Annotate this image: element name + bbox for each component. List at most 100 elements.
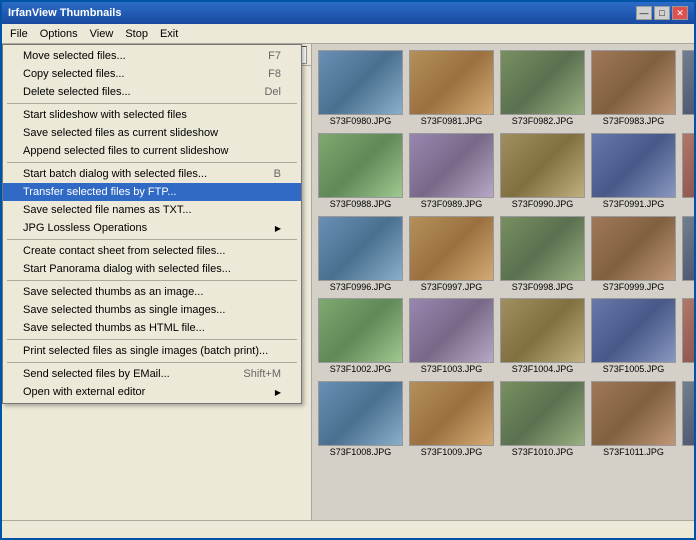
main-content: Move selected files... F7 Copy selected … <box>2 44 694 520</box>
thumbnail-image <box>682 133 694 198</box>
list-item[interactable]: S73F0996.JPG <box>316 214 405 295</box>
sep3 <box>7 239 297 240</box>
list-item[interactable]: S73F1000.JPG <box>680 214 694 295</box>
thumbnail-grid: S73F0980.JPG S73F0981.JPG S73F0982.JPG S… <box>316 48 690 460</box>
list-item[interactable]: S73F0994.JPG <box>680 131 694 212</box>
thumbnail-image <box>318 216 403 281</box>
menu-move-files[interactable]: Move selected files... F7 <box>3 47 301 65</box>
menu-batch-dialog[interactable]: Start batch dialog with selected files..… <box>3 165 301 183</box>
maximize-button[interactable]: □ <box>654 6 670 20</box>
thumbnail-label: S73F0991.JPG <box>603 199 665 210</box>
list-item[interactable]: S73F0983.JPG <box>589 48 678 129</box>
file-dropdown-menu: Move selected files... F7 Copy selected … <box>2 44 302 404</box>
menu-save-slideshow[interactable]: Save selected files as current slideshow <box>3 124 301 142</box>
thumbnail-image <box>409 50 494 115</box>
thumbnail-image <box>500 381 585 446</box>
menu-print-batch-label: Print selected files as single images (b… <box>23 345 268 357</box>
thumbnail-image <box>682 50 694 115</box>
thumbnail-label: S73F0990.JPG <box>512 199 574 210</box>
list-item[interactable]: S73F0988.JPG <box>316 131 405 212</box>
menu-view[interactable]: View <box>84 26 120 42</box>
thumbnail-image <box>318 298 403 363</box>
thumbnail-label: S73F0999.JPG <box>603 282 665 293</box>
thumbnail-label: S73F1009.JPG <box>421 447 483 458</box>
menu-jpg-lossless-label: JPG Lossless Operations <box>23 222 147 234</box>
menu-external-editor[interactable]: Open with external editor <box>3 383 301 401</box>
sep2 <box>7 162 297 163</box>
list-item[interactable]: S73F0982.JPG <box>498 48 587 129</box>
menu-file[interactable]: File <box>4 26 34 42</box>
menu-panorama-label: Start Panorama dialog with selected file… <box>23 263 231 275</box>
list-item[interactable]: S73F1012.JPG <box>680 379 694 460</box>
menu-append-slideshow-label: Append selected files to current slidesh… <box>23 145 228 157</box>
thumbnail-label: S73F0988.JPG <box>330 199 392 210</box>
list-item[interactable]: S73F0980.JPG <box>316 48 405 129</box>
sep6 <box>7 362 297 363</box>
list-item[interactable]: S73F1006.JPG <box>680 296 694 377</box>
menu-stop[interactable]: Stop <box>119 26 154 42</box>
menu-save-thumbs-single-label: Save selected thumbs as single images... <box>23 304 225 316</box>
menu-delete-files[interactable]: Delete selected files... Del <box>3 83 301 101</box>
thumbnail-image <box>591 381 676 446</box>
menubar: File Options View Stop Exit <box>2 24 694 44</box>
menu-transfer-ftp[interactable]: Transfer selected files by FTP... <box>3 183 301 201</box>
menu-transfer-ftp-label: Transfer selected files by FTP... <box>23 186 176 198</box>
thumbnail-image <box>409 216 494 281</box>
list-item[interactable]: S73F1009.JPG <box>407 379 496 460</box>
thumbnail-label: S73F0982.JPG <box>512 116 574 127</box>
menu-contact-sheet-label: Create contact sheet from selected files… <box>23 245 225 257</box>
thumbnail-image <box>500 216 585 281</box>
list-item[interactable]: S73F1008.JPG <box>316 379 405 460</box>
thumbnail-image <box>591 133 676 198</box>
list-item[interactable]: S73F1002.JPG <box>316 296 405 377</box>
menu-batch-dialog-label: Start batch dialog with selected files..… <box>23 168 207 180</box>
list-item[interactable]: S73F0997.JPG <box>407 214 496 295</box>
list-item[interactable]: S73F0989.JPG <box>407 131 496 212</box>
menu-save-thumbs-html-label: Save selected thumbs as HTML file... <box>23 322 205 334</box>
list-item[interactable]: S73F1005.JPG <box>589 296 678 377</box>
menu-start-slideshow[interactable]: Start slideshow with selected files <box>3 106 301 124</box>
close-button[interactable]: ✕ <box>672 6 688 20</box>
sep5 <box>7 339 297 340</box>
thumbnail-image <box>318 381 403 446</box>
thumbnail-label: S73F1002.JPG <box>330 364 392 375</box>
menu-jpg-lossless[interactable]: JPG Lossless Operations <box>3 219 301 237</box>
list-item[interactable]: S73F1011.JPG <box>589 379 678 460</box>
thumbnail-panel[interactable]: S73F0980.JPG S73F0981.JPG S73F0982.JPG S… <box>312 44 694 520</box>
menu-print-batch[interactable]: Print selected files as single images (b… <box>3 342 301 360</box>
menu-append-slideshow[interactable]: Append selected files to current slidesh… <box>3 142 301 160</box>
menu-save-txt[interactable]: Save selected file names as TXT... <box>3 201 301 219</box>
menu-copy-files[interactable]: Copy selected files... F8 <box>3 65 301 83</box>
menu-exit[interactable]: Exit <box>154 26 184 42</box>
thumbnail-image <box>318 50 403 115</box>
minimize-button[interactable]: — <box>636 6 652 20</box>
thumbnail-image <box>682 381 694 446</box>
list-item[interactable]: S73F0991.JPG <box>589 131 678 212</box>
menu-send-email-label: Send selected files by EMail... <box>23 368 170 380</box>
list-item[interactable]: S73F1010.JPG <box>498 379 587 460</box>
list-item[interactable]: S73F0998.JPG <box>498 214 587 295</box>
menu-save-thumbs-image[interactable]: Save selected thumbs as an image... <box>3 283 301 301</box>
menu-save-txt-label: Save selected file names as TXT... <box>23 204 192 216</box>
menu-save-thumbs-image-label: Save selected thumbs as an image... <box>23 286 203 298</box>
menu-contact-sheet[interactable]: Create contact sheet from selected files… <box>3 242 301 260</box>
thumbnail-image <box>409 298 494 363</box>
menu-send-email[interactable]: Send selected files by EMail... Shift+M <box>3 365 301 383</box>
list-item[interactable]: S73F0990.JPG <box>498 131 587 212</box>
list-item[interactable]: S73F1003.JPG <box>407 296 496 377</box>
list-item[interactable]: S73F0999.JPG <box>589 214 678 295</box>
window-title: IrfanView Thumbnails <box>8 7 122 19</box>
thumbnail-label: S73F0996.JPG <box>330 282 392 293</box>
menu-panorama[interactable]: Start Panorama dialog with selected file… <box>3 260 301 278</box>
list-item[interactable]: S73F0984.JPG <box>680 48 694 129</box>
thumbnail-image <box>500 133 585 198</box>
list-item[interactable]: S73F0981.JPG <box>407 48 496 129</box>
thumbnail-label: S73F1011.JPG <box>603 447 664 458</box>
thumbnail-label: S73F1003.JPG <box>421 364 483 375</box>
main-window: IrfanView Thumbnails — □ ✕ File Options … <box>0 0 696 540</box>
list-item[interactable]: S73F1004.JPG <box>498 296 587 377</box>
menu-options[interactable]: Options <box>34 26 84 42</box>
menu-save-thumbs-html[interactable]: Save selected thumbs as HTML file... <box>3 319 301 337</box>
thumbnail-image <box>591 50 676 115</box>
menu-save-thumbs-single[interactable]: Save selected thumbs as single images... <box>3 301 301 319</box>
